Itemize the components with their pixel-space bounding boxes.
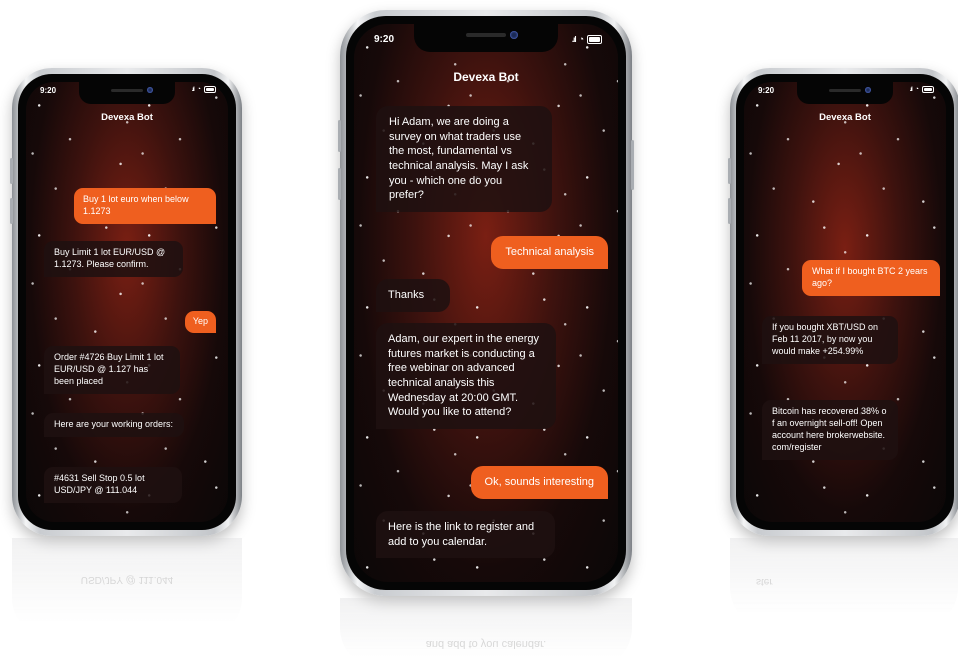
message-bot: Buy Limit 1 lot EUR/USD @ 1.1273. Please… (44, 241, 183, 277)
chat-screen: 9:20 .ıl ◔ Devexa Bot Buy 1 lot euro whe… (26, 82, 228, 522)
phone-bezel: 9:20 .ıl ◔ Devexa Bot Hi Adam, we are do… (346, 16, 626, 590)
chat-screen: 9:20 .ıl ◔ Devexa Bot What if I bought B… (744, 82, 946, 522)
side-button (10, 158, 13, 184)
battery-icon (587, 34, 602, 44)
message-bot: #4631 Sell Stop 0.5 lot USD/JPY @ 111.04… (44, 467, 182, 503)
chat-screen: 9:20 .ıl ◔ Devexa Bot Hi Adam, we are do… (354, 24, 618, 582)
message-bot: Adam, our expert in the energy futures m… (376, 323, 556, 429)
phone-bezel: 9:20 .ıl ◔ Devexa Bot What if I bought B… (736, 74, 954, 530)
side-button (728, 158, 731, 184)
reflection-text: and add to you calendar. (425, 638, 547, 650)
message-bot: Hi Adam, we are doing a survey on what t… (376, 106, 552, 212)
message-bot: Here is the link to register and add to … (376, 511, 555, 559)
phone-right: 9:20 .ıl ◔ Devexa Bot What if I bought B… (728, 68, 958, 536)
battery-icon (922, 86, 934, 93)
phone-center: 9:20 .ıl ◔ Devexa Bot Hi Adam, we are do… (338, 10, 634, 596)
status-bar: 9:20 .ıl ◔ (26, 82, 228, 102)
status-time: 9:20 (40, 86, 57, 95)
chat-title: Devexa Bot (453, 70, 519, 84)
message-user: Technical analysis (491, 236, 608, 269)
phone-reflection: and add to you calendar. (340, 598, 632, 668)
status-icons: .ıl ◔ (572, 34, 602, 44)
message-user: Buy 1 lot euro when below 1.1273 (74, 188, 216, 224)
wifi-icon: ◔ (914, 86, 919, 93)
status-bar: 9:20 .ıl ◔ (354, 24, 618, 50)
signal-icon: .ıl (191, 86, 195, 93)
chat-title: Devexa Bot (101, 112, 153, 123)
wifi-icon: ◔ (578, 34, 584, 44)
message-bot: Here are your working orders: (44, 413, 184, 437)
phone-bezel: 9:20 .ıl ◔ Devexa Bot Buy 1 lot euro whe… (18, 74, 236, 530)
signal-icon: .ıl (571, 34, 577, 44)
status-icons: .ıl ◔ (192, 86, 216, 93)
phone-left: 9:20 .ıl ◔ Devexa Bot Buy 1 lot euro whe… (10, 68, 242, 536)
message-bot: If you bought XBT/USD on Feb 11 2017, by… (762, 316, 898, 364)
signal-icon: .ıl (909, 86, 913, 93)
message-bot: Order #4726 Buy Limit 1 lot EUR/USD @ 1.… (44, 346, 180, 394)
phone-reflection: ster (730, 538, 958, 628)
side-button (631, 140, 634, 190)
phone-reflection: USD/JPY @ 111.044 (12, 538, 242, 638)
battery-icon (204, 86, 216, 93)
message-bot: Thanks (376, 279, 450, 312)
reflection-text: USD/JPY @ 111.044 (80, 574, 174, 585)
side-button (338, 120, 341, 152)
status-time: 9:20 (758, 86, 775, 95)
side-button (728, 198, 731, 224)
chat-title: Devexa Bot (819, 112, 871, 123)
message-user: Yep (184, 311, 216, 333)
status-bar: 9:20 .ıl ◔ (744, 82, 946, 102)
side-button (338, 168, 341, 200)
reflection-text: ster (756, 576, 773, 587)
message-bot: Bitcoin has recovered 38% of an overnigh… (762, 400, 898, 460)
wifi-icon: ◔ (196, 86, 201, 93)
message-user: What if I bought BTC 2 years ago? (802, 260, 940, 296)
starfield-background (26, 82, 228, 522)
side-button (10, 198, 13, 224)
message-user: Ok, sounds interesting (470, 466, 608, 499)
status-time: 9:20 (374, 34, 395, 45)
status-icons: .ıl ◔ (910, 86, 934, 93)
